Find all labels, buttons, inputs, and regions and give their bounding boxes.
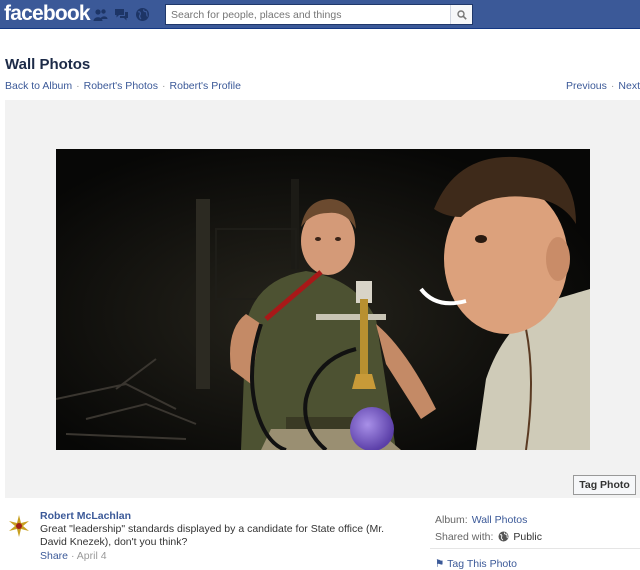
tag-this-photo-link[interactable]: ⚑ Tag This Photo: [435, 558, 517, 570]
separator: ·: [70, 550, 75, 562]
photo-illustration: [56, 149, 590, 450]
back-to-album-link[interactable]: Back to Album: [5, 80, 72, 92]
roberts-photos-link[interactable]: Robert's Photos: [84, 80, 158, 92]
facebook-logo[interactable]: facebook: [4, 2, 91, 26]
photo[interactable]: [56, 149, 590, 450]
jewels: [93, 7, 150, 22]
privacy-value[interactable]: Public: [513, 531, 542, 543]
messages-icon[interactable]: [114, 7, 129, 22]
tag-this-photo-label: Tag This Photo: [447, 558, 518, 570]
search-button[interactable]: [450, 5, 472, 24]
notifications-icon[interactable]: [135, 7, 150, 22]
shared-with-label: Shared with:: [435, 530, 494, 543]
share-link[interactable]: Share: [40, 550, 68, 562]
next-link[interactable]: Next: [618, 80, 640, 92]
friend-requests-icon[interactable]: [93, 7, 108, 22]
album-label: Album:: [435, 513, 468, 526]
album-row: Album: Wall Photos: [435, 511, 640, 528]
breadcrumb: Back to Album · Robert's Photos · Robert's P…: [5, 80, 241, 92]
album-link[interactable]: Wall Photos: [472, 514, 528, 526]
search-icon: [456, 9, 467, 20]
photo-navigation: Previous · Next: [566, 80, 640, 92]
page-title: Wall Photos: [5, 56, 91, 73]
photo-info: Album: Wall Photos Shared with: Public: [435, 511, 640, 545]
separator: ·: [162, 80, 166, 92]
post-meta: Share · April 4: [40, 550, 107, 562]
post-message: Great "leadership" standards displayed b…: [40, 523, 385, 548]
roberts-profile-link[interactable]: Robert's Profile: [170, 80, 241, 92]
search-box: [165, 4, 473, 25]
globe-icon: [498, 531, 509, 542]
separator: ·: [76, 80, 80, 92]
tag-photo-button[interactable]: Tag Photo: [573, 475, 636, 495]
shared-with-row: Shared with: Public: [435, 528, 640, 545]
tag-icon: ⚑: [435, 558, 445, 570]
divider: [430, 548, 640, 549]
separator: ·: [610, 80, 615, 92]
post-date[interactable]: April 4: [77, 550, 107, 562]
search-input[interactable]: [166, 5, 451, 24]
top-bar: facebook: [0, 0, 640, 29]
post-author[interactable]: Robert McLachlan: [40, 510, 131, 522]
previous-link[interactable]: Previous: [566, 80, 607, 92]
avatar[interactable]: [5, 512, 33, 540]
